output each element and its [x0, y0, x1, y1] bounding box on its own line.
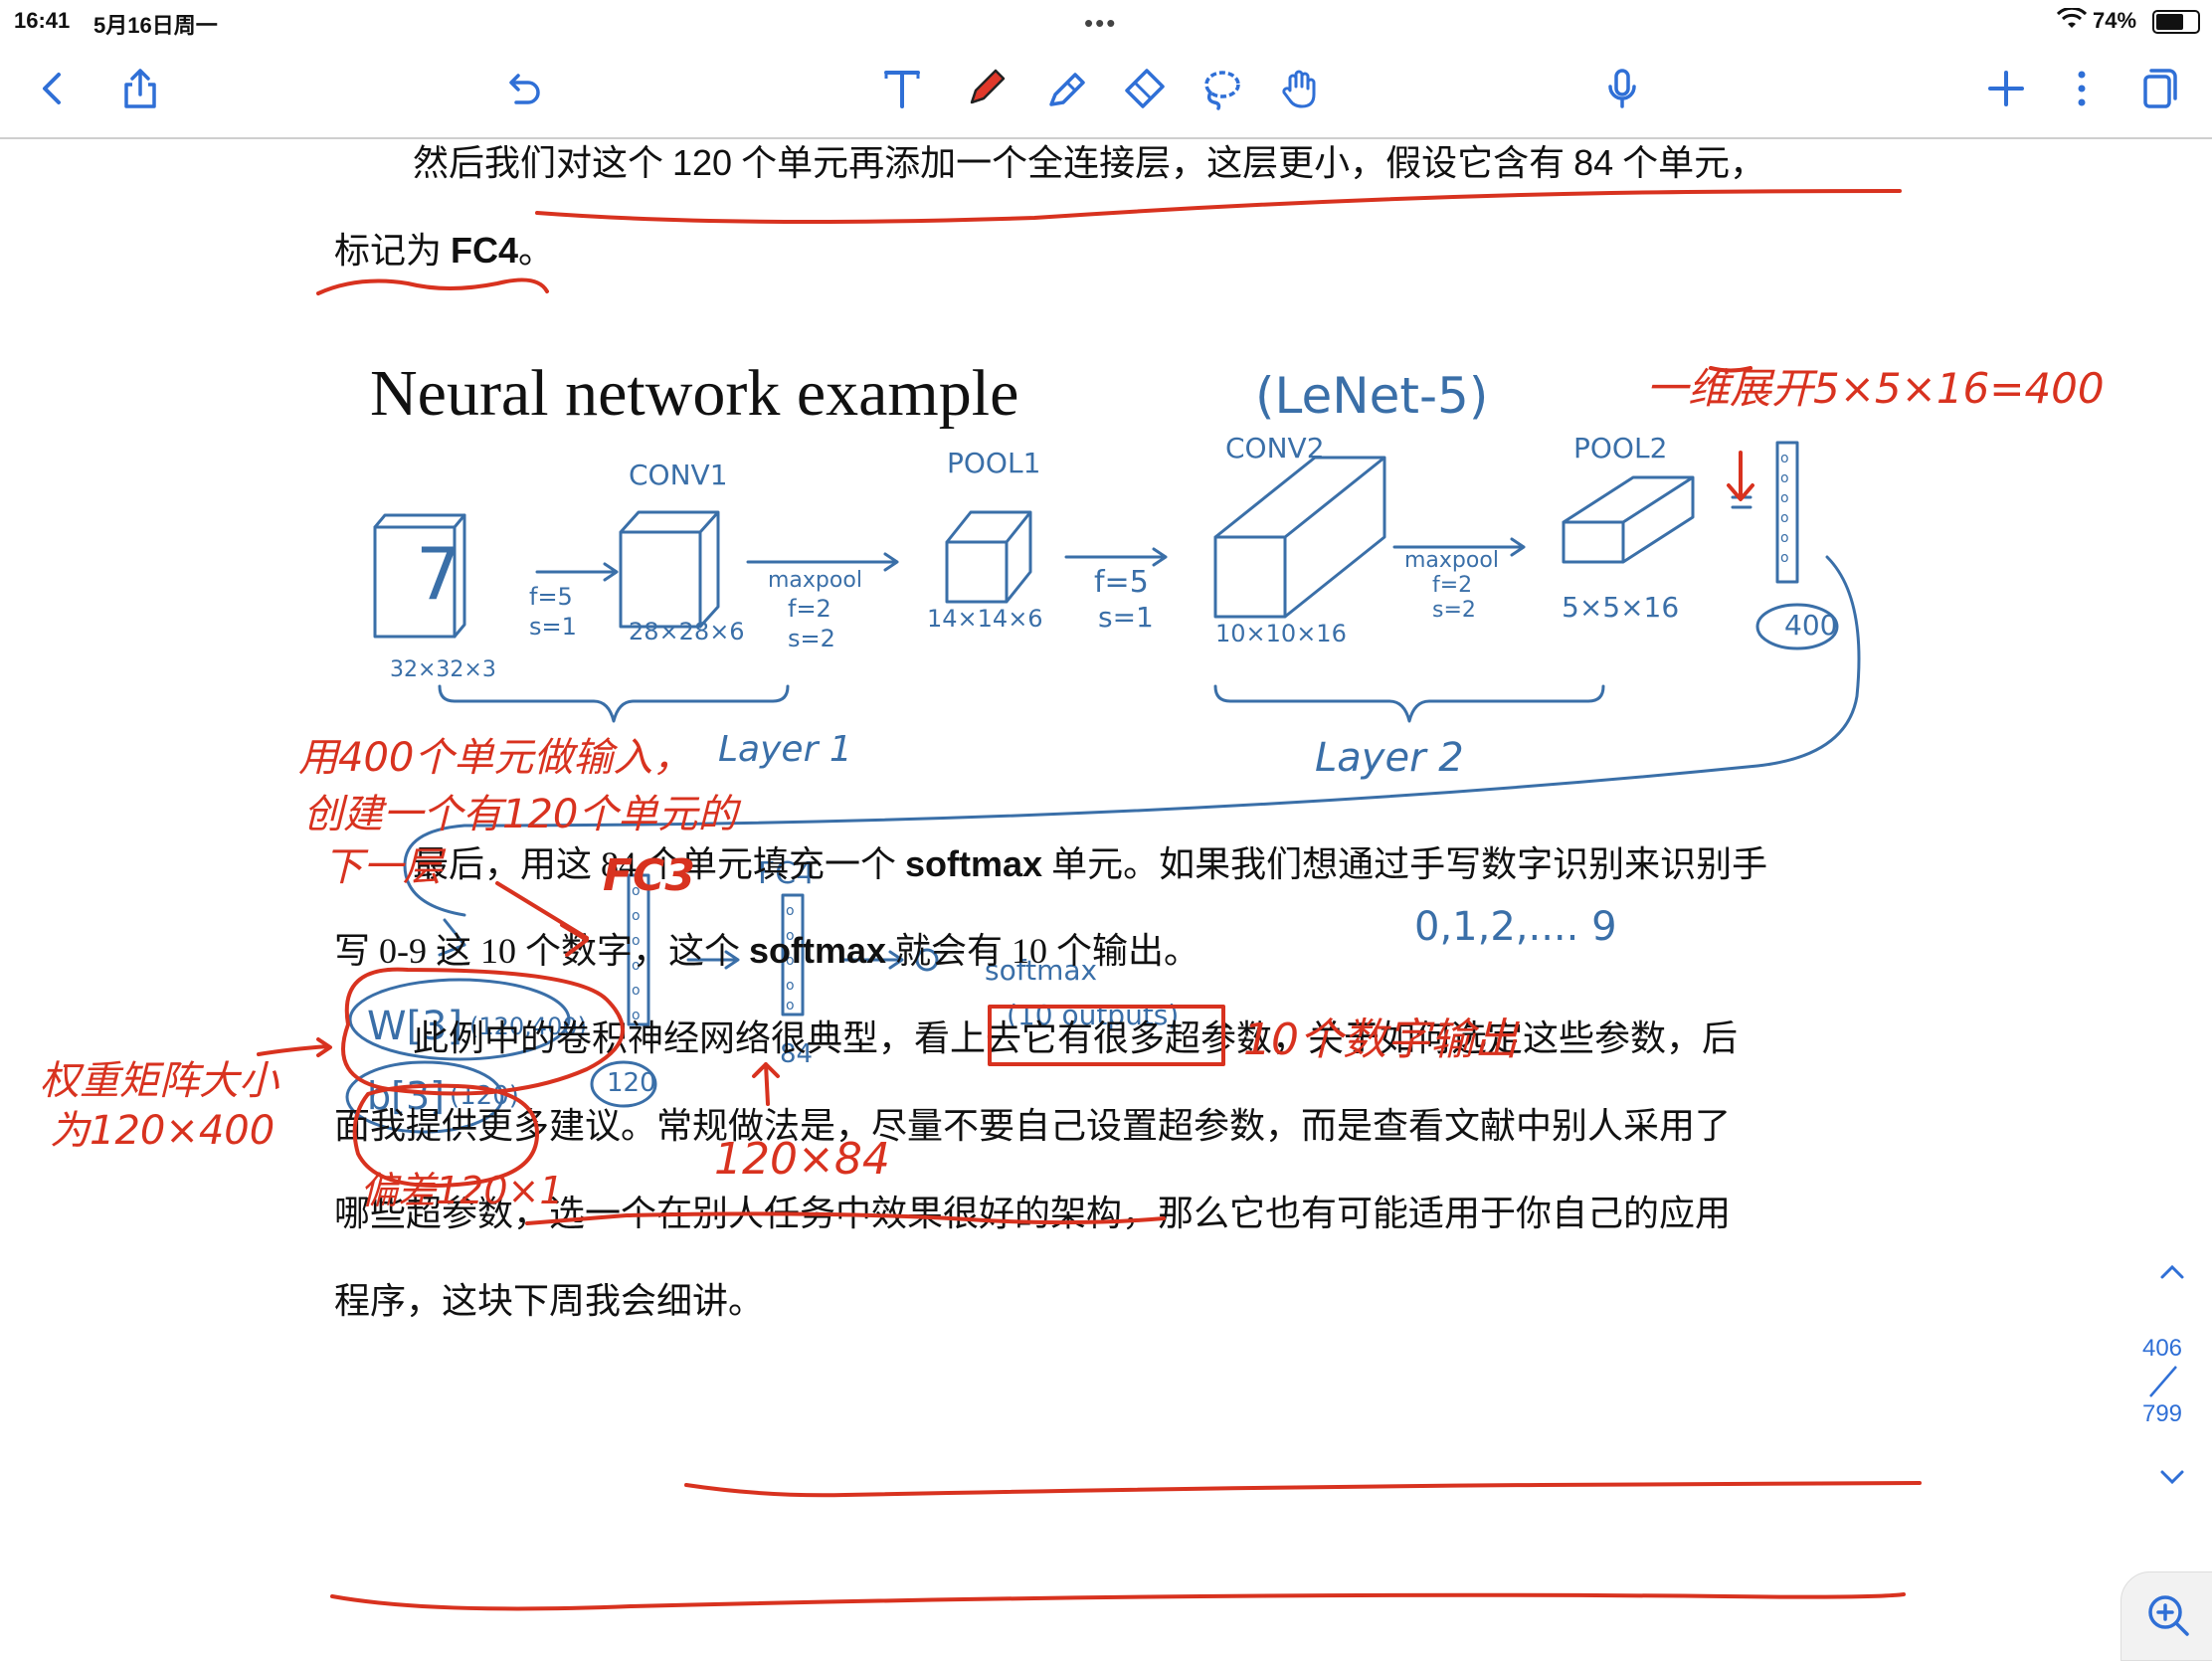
maxpool1-label: maxpool [768, 568, 862, 593]
p3-line2: 面我提供更多建议。常规做法是，尽量不要自己设置超参数，而是查看文献中别人采用了 [334, 1106, 1732, 1146]
pool2-volume [1562, 475, 1695, 564]
pool1-volume [945, 510, 1032, 604]
text-span: 个单元再添加一个全连接层，这层更小，假设它含有 [732, 143, 1574, 183]
label-pool1: POOL1 [947, 447, 1040, 479]
status-time: 16:41 [14, 8, 71, 33]
pages-icon[interactable] [2132, 62, 2186, 115]
svg-text:o: o [1780, 490, 1789, 506]
battery-percent: 74% [2093, 8, 2137, 33]
page-navigator: 406 799 [2132, 1243, 2212, 1522]
multitasking-dots[interactable]: ••• [1084, 8, 1117, 39]
input-size: 32×32×3 [390, 657, 496, 682]
layer2-brace [1213, 684, 1605, 723]
conv1-size: 28×28×6 [629, 618, 745, 646]
svg-text:o: o [1780, 470, 1789, 486]
svg-text:o: o [1780, 530, 1789, 546]
p1-line1: 然后我们对这个 120 个单元再添加一个全连接层，这层更小，假设它含有 84 个… [413, 119, 1765, 207]
zoom-icon [2148, 1595, 2189, 1636]
p3-line3: 哪些超参数，选一个在别人任务中效果很好的架构，那么它也有可能适用于你自己的应用 [334, 1194, 1732, 1233]
conv1-stride: s=1 [529, 613, 577, 641]
label-pool2: POOL2 [1573, 432, 1667, 464]
figure-subtitle: (LeNet-5) [1255, 367, 1488, 425]
zoom-button[interactable] [2120, 1571, 2212, 1661]
pool2-stride: s=2 [1432, 598, 1476, 623]
pool2-filter: f=2 [1432, 573, 1472, 598]
label-conv2: CONV2 [1225, 432, 1325, 464]
status-bar: 16:41 5月16日周一 ••• 74% [0, 0, 2212, 40]
conv2-stride: s=1 [1098, 601, 1154, 634]
text-span: 单元。如果我们想通过手写数字识别来识别手 [1042, 844, 1768, 884]
conv2-volume [1213, 456, 1386, 619]
pool1-stride: s=2 [788, 625, 835, 652]
text-span: 就会有 10 个输出。 [886, 931, 1200, 971]
total-pages: 799 [2141, 1400, 2183, 1427]
layer2-label: Layer 2 [1315, 735, 1464, 781]
add-icon[interactable] [1979, 62, 2033, 115]
pool1-size: 14×14×6 [927, 605, 1043, 633]
figure-title: Neural network example [370, 357, 1018, 430]
conv1-volume [619, 510, 720, 629]
document-page[interactable]: 然后我们对这个 120 个单元再添加一个全连接层，这层更小，假设它含有 84 个… [0, 139, 2212, 1659]
pool1-filter: f=2 [788, 595, 831, 623]
conv1-filter: f=5 [529, 583, 573, 611]
text-span: 。 [518, 231, 555, 271]
text-span: 标记为 [334, 231, 452, 271]
layer1-brace [438, 684, 790, 723]
p1-line2: 标记为 FC4。 [334, 207, 554, 294]
layer1-label: Layer 1 [718, 729, 852, 770]
text-bold: FC4 [451, 230, 519, 271]
text-tool-icon[interactable] [875, 62, 929, 115]
p3-line4: 程序，这块下周我会细讲。 [334, 1281, 765, 1321]
eraser-icon[interactable] [1118, 62, 1172, 115]
pool2-size: 5×5×16 [1562, 591, 1679, 624]
p3-line1: 此例中的卷积神经网络很典型，看上去它有很多超参数，关于如何选定这些参数，后 [413, 1018, 1739, 1058]
status-date: 5月16日周一 [93, 13, 218, 38]
pen-icon[interactable] [959, 62, 1013, 115]
svg-text:o: o [1780, 451, 1789, 466]
maxpool2-label: maxpool [1404, 548, 1499, 573]
battery-icon [2152, 10, 2200, 34]
current-page: 406 [2141, 1335, 2183, 1362]
text-span: 个单元， [1613, 143, 1766, 183]
p2-line1: 最后，用这 84 个单元填充一个 softmax 单元。如果我们想通过手写数字识… [413, 821, 1767, 908]
highlighter-icon[interactable] [1040, 62, 1094, 115]
text-bold: softmax [749, 930, 887, 971]
text-span: 写 0-9 这 10 个数字，这个 [334, 931, 749, 971]
text-bold: softmax [905, 843, 1043, 884]
share-icon[interactable] [113, 62, 167, 115]
microphone-icon[interactable] [1595, 62, 1649, 115]
wifi-icon [2056, 6, 2088, 38]
p2-line2: 写 0-9 这 10 个数字，这个 softmax 就会有 10 个输出。 [334, 907, 1199, 995]
text-span: 84 [1573, 142, 1614, 183]
lasso-icon[interactable] [1194, 62, 1247, 115]
text-span: 最后，用这 84 个单元填充一个 [413, 844, 906, 884]
battery-level [2156, 14, 2183, 30]
more-icon[interactable] [2055, 62, 2109, 115]
svg-text:o: o [1780, 550, 1789, 566]
undo-icon[interactable] [495, 62, 549, 115]
back-icon[interactable] [26, 62, 80, 115]
label-conv1: CONV1 [629, 459, 728, 491]
conv2-size: 10×10×16 [1215, 620, 1347, 647]
text-span: 120 [672, 142, 733, 183]
conv2-filter: f=5 [1094, 565, 1149, 600]
text-span: 然后我们对这个 [413, 143, 673, 183]
svg-text:o: o [1780, 510, 1789, 526]
page-divider [2148, 1365, 2178, 1398]
page-up-icon[interactable] [2154, 1253, 2190, 1289]
page-down-icon[interactable] [2154, 1460, 2190, 1496]
digit-classes: 0,1,2,.... 9 [1414, 904, 1617, 950]
hand-icon[interactable] [1273, 62, 1327, 115]
